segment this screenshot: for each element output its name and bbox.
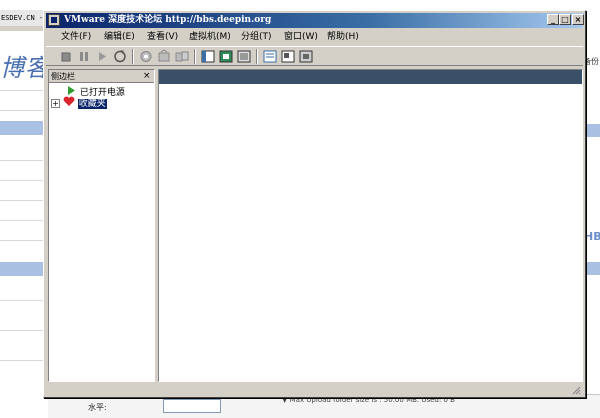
toolbar-separator — [194, 49, 196, 64]
divider — [0, 200, 48, 201]
minimize-button[interactable]: _ — [547, 14, 559, 25]
toolbar — [46, 46, 583, 66]
level-input[interactable] — [163, 399, 221, 413]
tree-item-favorites[interactable]: + 收藏夹 — [51, 96, 107, 110]
show-sidebar-icon[interactable] — [200, 49, 216, 64]
status-bar — [46, 384, 583, 396]
console-view-icon[interactable] — [280, 49, 296, 64]
level-label: 水平: — [88, 403, 107, 412]
main-content-panel — [158, 69, 583, 382]
divider — [0, 360, 48, 361]
tree-item-label: 收藏夹 — [77, 98, 107, 109]
resize-grip-icon[interactable] — [571, 385, 581, 395]
title-bar[interactable]: VMware 深度技术论坛 http://bbs.deepin.org _ □ … — [46, 13, 584, 28]
divider — [0, 110, 48, 111]
manage-snapshots-icon[interactable] — [174, 49, 190, 64]
maximize-button[interactable]: □ — [559, 14, 571, 25]
menu-edit[interactable]: 编辑(E) — [101, 30, 138, 44]
sidebar-title: 侧边栏 — [51, 72, 75, 81]
summary-view-icon[interactable] — [262, 49, 278, 64]
nav-band — [0, 121, 48, 135]
sidebar-header: 侧边栏 × — [49, 70, 154, 83]
snapshot-icon[interactable] — [138, 49, 154, 64]
menu-file[interactable]: 文件(F) — [58, 30, 94, 44]
expand-icon[interactable]: + — [51, 98, 60, 108]
window-title: VMware 深度技术论坛 http://bbs.deepin.org — [64, 15, 272, 25]
site-logo: HB — [584, 230, 600, 243]
quick-switch-icon[interactable] — [236, 49, 252, 64]
appliance-view-icon[interactable] — [298, 49, 314, 64]
menu-help[interactable]: 帮助(H) — [324, 30, 362, 44]
divider — [0, 90, 48, 91]
menu-group[interactable]: 分组(T) — [238, 30, 275, 44]
divider — [0, 220, 48, 221]
divider — [0, 330, 48, 331]
sidebar-close-button[interactable]: × — [143, 70, 151, 83]
vmware-window: VMware 深度技术论坛 http://bbs.deepin.org _ □ … — [43, 10, 586, 398]
play-icon[interactable] — [94, 49, 110, 64]
fullscreen-icon[interactable] — [218, 49, 234, 64]
divider — [0, 300, 48, 301]
vmware-app-icon[interactable] — [48, 14, 60, 26]
nav-band — [0, 262, 48, 276]
sidebar: 侧边栏 × 已打开电源 + 收藏夹 — [48, 69, 155, 382]
menu-window[interactable]: 窗口(W) — [281, 30, 321, 44]
menu-vm[interactable]: 虚拟机(M) — [186, 30, 234, 44]
pause-icon[interactable] — [76, 49, 92, 64]
menu-view[interactable]: 查看(V) — [144, 30, 181, 44]
toolbar-separator — [256, 49, 258, 64]
reset-icon[interactable] — [112, 49, 128, 64]
close-button[interactable]: × — [572, 14, 584, 25]
browser-tab[interactable]: ESDEV.CN - — [0, 10, 46, 26]
menu-bar: 文件(F) 编辑(E) 查看(V) 虚拟机(M) 分组(T) 窗口(W) 帮助(… — [46, 29, 583, 45]
divider — [0, 180, 48, 181]
stop-icon[interactable] — [58, 49, 74, 64]
revert-icon[interactable] — [156, 49, 172, 64]
divider — [0, 160, 48, 161]
divider — [0, 240, 48, 241]
blog-logo: 博客 — [0, 54, 46, 82]
heart-icon — [63, 96, 75, 110]
toolbar-separator — [132, 49, 134, 64]
main-header-bar — [159, 70, 582, 84]
tab-strip — [0, 26, 48, 31]
